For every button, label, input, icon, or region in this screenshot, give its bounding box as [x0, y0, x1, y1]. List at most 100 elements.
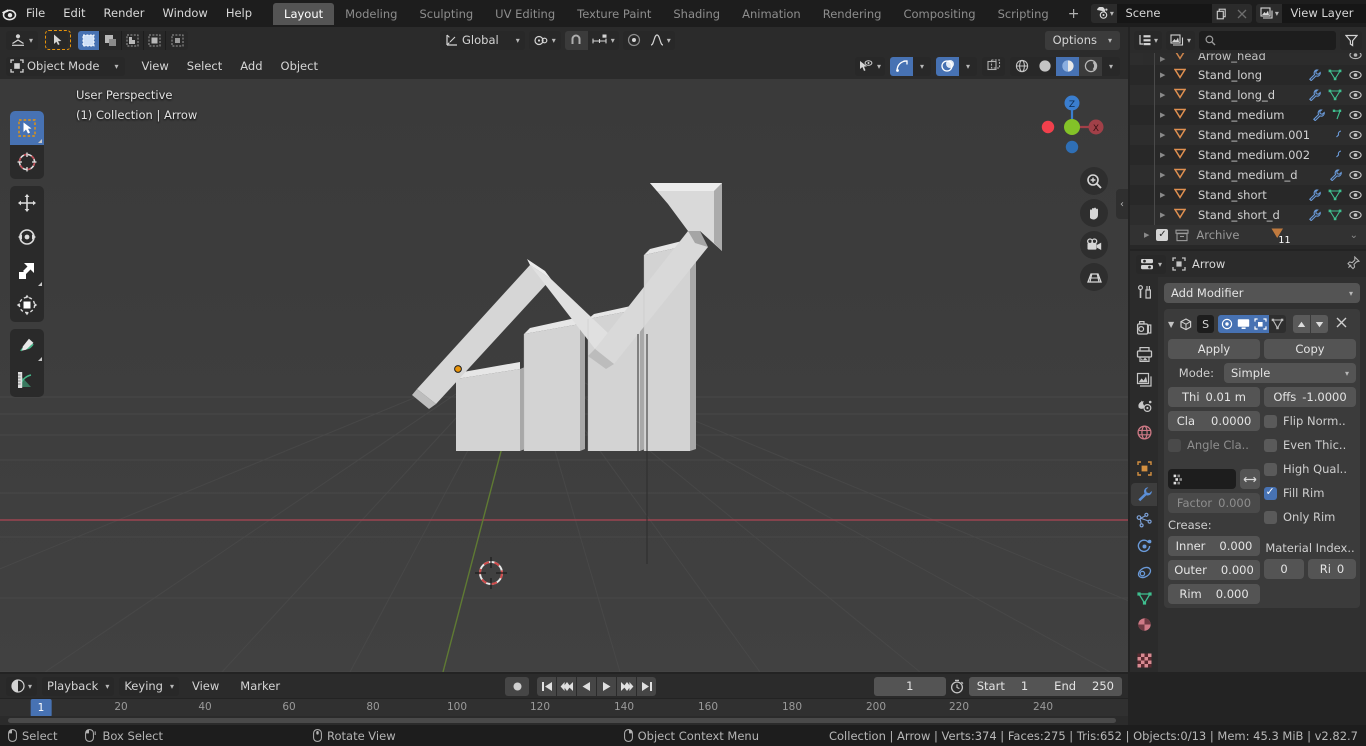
mesh-data-icon[interactable]: [1328, 189, 1342, 201]
crease-outer-field[interactable]: Outer 0.000: [1168, 560, 1260, 580]
flip-normals-checkbox[interactable]: [1264, 414, 1277, 428]
expand-triangle-icon[interactable]: ▶: [1144, 231, 1149, 239]
move-modifier-up-button[interactable]: [1293, 315, 1311, 333]
rendered-shading-icon[interactable]: [1079, 56, 1102, 76]
tool-annotate[interactable]: [10, 329, 44, 363]
unlink-scene-button[interactable]: [1232, 4, 1253, 23]
outliner-row-stand-short[interactable]: ▶ Stand_short: [1130, 185, 1366, 205]
outliner-editor[interactable]: ▾ ▾ ▶ Arrow_head ▶ Stand_long ▶ Stand_lo…: [1130, 27, 1366, 249]
outliner-filter-icon[interactable]: [1340, 30, 1362, 50]
workspace-tab-animation[interactable]: Animation: [731, 3, 812, 25]
factor-field[interactable]: Factor 0.000: [1168, 493, 1260, 513]
expand-triangle-icon[interactable]: ▶: [1160, 211, 1165, 219]
active-tool-indicator[interactable]: [45, 30, 72, 50]
intersect-select-icon[interactable]: [144, 30, 167, 50]
tab-modifiers[interactable]: [1131, 482, 1157, 507]
even-thickness-checkbox[interactable]: [1264, 438, 1277, 452]
tab-physics[interactable]: [1131, 534, 1157, 558]
mesh-data-icon[interactable]: [1328, 89, 1342, 101]
wireframe-shading-icon[interactable]: [1010, 56, 1033, 76]
copy-modifier-button[interactable]: Copy: [1264, 339, 1356, 359]
mesh-data-icon[interactable]: [1328, 209, 1342, 221]
frame-range-fields[interactable]: Start 1 End 250: [968, 676, 1122, 696]
next-keyframe-button[interactable]: [617, 676, 637, 696]
zoom-icon[interactable]: [1080, 167, 1108, 195]
pivot-point-selector[interactable]: ▾: [528, 30, 561, 50]
timeline-editor-type-selector[interactable]: ▾: [6, 676, 38, 696]
wrench-icon[interactable]: [1329, 169, 1342, 181]
render-display-icon[interactable]: [1269, 315, 1287, 333]
outliner-row-stand-short-d[interactable]: ▶ Stand_short_d: [1130, 205, 1366, 225]
wrench-icon[interactable]: [1308, 89, 1321, 101]
apply-modifier-button[interactable]: Apply: [1168, 339, 1260, 359]
workspace-tab-shading[interactable]: Shading: [662, 3, 731, 25]
snap-settings[interactable]: ▾: [588, 34, 619, 46]
show-overlays-icon[interactable]: [936, 56, 959, 76]
tool-rotate[interactable]: [10, 220, 44, 254]
expand-triangle-icon[interactable]: ▶: [1160, 55, 1165, 63]
vertex-group-field[interactable]: [1168, 469, 1236, 489]
pan-hand-icon[interactable]: [1080, 199, 1108, 227]
navigation-gizmo[interactable]: Z X: [1034, 89, 1110, 165]
clamp-field[interactable]: Cla 0.0000: [1168, 411, 1260, 431]
outliner-editor-type-selector[interactable]: ▾: [1134, 30, 1163, 50]
scene-name-field[interactable]: Scene: [1117, 4, 1213, 23]
timeline-view-menu[interactable]: View: [184, 677, 227, 696]
outliner-row-stand-long-d[interactable]: ▶ Stand_long_d: [1130, 85, 1366, 105]
extend-select-icon[interactable]: [100, 30, 123, 50]
outliner-tree[interactable]: ▶ Arrow_head ▶ Stand_long ▶ Stand_long_d…: [1130, 53, 1366, 249]
show-gizmo-icon[interactable]: [890, 56, 913, 76]
add-modifier-button[interactable]: Add Modifier ▾: [1164, 283, 1360, 303]
tab-constraints[interactable]: [1131, 560, 1157, 584]
modifier-expand-triangle-icon[interactable]: ▼: [1168, 320, 1174, 329]
workspace-tab-compositing[interactable]: Compositing: [892, 3, 986, 25]
timeline-marker-menu[interactable]: Marker: [232, 677, 288, 696]
thickness-field[interactable]: Thi 0.01 m: [1168, 387, 1260, 407]
snap-magnet-icon[interactable]: [564, 30, 588, 50]
angle-clamp-checkbox[interactable]: [1168, 438, 1181, 452]
eye-icon[interactable]: [1349, 129, 1362, 141]
falloff-type-selector[interactable]: ▾: [646, 34, 675, 46]
timeline-horizontal-scrollbar[interactable]: [8, 718, 1116, 723]
keying-menu[interactable]: Keying ▾: [119, 676, 179, 696]
crease-inner-field[interactable]: Inner 0.000: [1168, 536, 1260, 556]
previous-keyframe-button[interactable]: [557, 676, 577, 696]
tool-transform[interactable]: [10, 288, 44, 322]
tool-move[interactable]: [10, 186, 44, 220]
material-offset-rim-field[interactable]: Ri 0: [1308, 559, 1356, 579]
workspace-tab-rendering[interactable]: Rendering: [812, 3, 893, 25]
flip-normals-row[interactable]: Flip Norm..: [1264, 411, 1356, 431]
tab-render[interactable]: [1131, 317, 1157, 341]
fill-rim-row[interactable]: Fill Rim: [1264, 483, 1356, 503]
wrench-icon-clipped[interactable]: [1336, 129, 1342, 141]
remove-modifier-button[interactable]: [1336, 317, 1347, 331]
proportional-editing-icon[interactable]: [623, 31, 646, 50]
menu-file[interactable]: File: [17, 4, 54, 23]
viewport-sidebar-toggle[interactable]: ‹: [1116, 189, 1128, 219]
new-scene-button[interactable]: [1212, 4, 1233, 23]
timeline-ruler[interactable]: 20 40 60 80 100 120 140 160 180 200 220 …: [0, 698, 1128, 716]
viewport-3d[interactable]: ▾ Global ▾ ▾ ▾ ▾ Options ▾ Object Mode ▾…: [0, 27, 1128, 672]
gizmo-dropdown[interactable]: ▾: [913, 56, 931, 76]
move-modifier-down-button[interactable]: [1311, 315, 1329, 333]
tab-material[interactable]: [1131, 612, 1157, 636]
only-rim-checkbox[interactable]: [1264, 510, 1277, 524]
menu-edit[interactable]: Edit: [54, 4, 94, 23]
crease-rim-field[interactable]: Rim 0.000: [1168, 584, 1260, 604]
outliner-row-archive[interactable]: ▶ ✓ Archive 11 ⌄: [1130, 225, 1366, 246]
workspace-tab-uv-editing[interactable]: UV Editing: [484, 3, 566, 25]
high-quality-checkbox[interactable]: [1264, 462, 1277, 476]
blender-logo-icon[interactable]: [0, 0, 17, 27]
timeline-playhead[interactable]: 1: [30, 699, 52, 716]
menu-render[interactable]: Render: [95, 4, 154, 23]
tool-scale[interactable]: [10, 254, 44, 288]
expand-triangle-icon[interactable]: ▶: [1160, 151, 1165, 159]
viewport-options-button[interactable]: Options ▾: [1044, 30, 1120, 50]
fill-rim-checkbox[interactable]: [1264, 485, 1277, 500]
outliner-row-stand-medium-001[interactable]: ▶ Stand_medium.001: [1130, 125, 1366, 145]
scene-icon[interactable]: ▾: [1091, 4, 1118, 23]
jump-to-end-button[interactable]: [637, 676, 657, 696]
tool-cursor[interactable]: [10, 145, 44, 179]
mesh-data-icon[interactable]: [1328, 69, 1342, 81]
add-workspace-button[interactable]: +: [1060, 6, 1088, 22]
